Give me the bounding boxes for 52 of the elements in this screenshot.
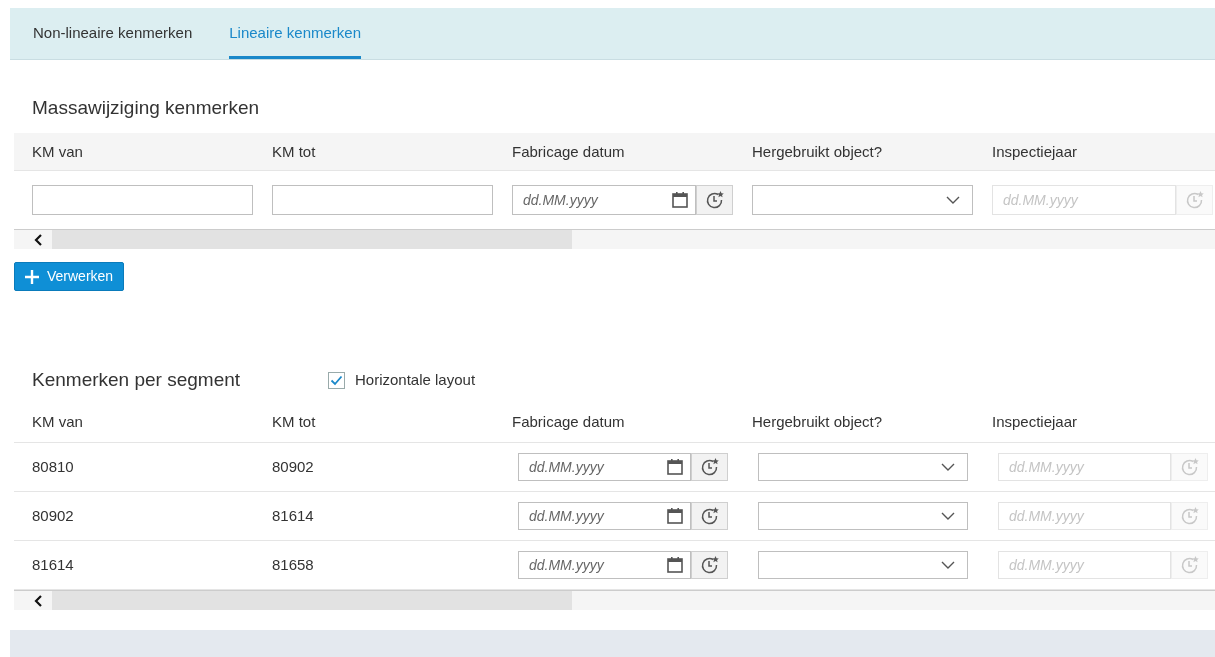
- plus-icon: [25, 269, 39, 284]
- column-header: Inspectiejaar: [992, 142, 1078, 160]
- process-button[interactable]: Verwerken: [14, 262, 125, 291]
- dropdown-field[interactable]: [758, 551, 968, 579]
- horizontal-scrollbar[interactable]: [14, 590, 1215, 610]
- date-field[interactable]: dd.MM.yyyy: [518, 453, 691, 481]
- dropdown-field[interactable]: [758, 502, 968, 530]
- column-header: Fabricage datum: [512, 412, 625, 430]
- dropdown-field[interactable]: [758, 453, 968, 481]
- date-field[interactable]: dd.MM.yyyy: [518, 551, 691, 579]
- scrollbar-thumb[interactable]: [52, 230, 572, 249]
- relative-date-button[interactable]: [691, 453, 728, 481]
- calendar-icon[interactable]: [671, 191, 689, 209]
- column-header: KM tot: [272, 142, 316, 160]
- date-field[interactable]: dd.MM.yyyy: [518, 502, 691, 530]
- relative-date-button[interactable]: [696, 185, 733, 215]
- chevron-down-icon[interactable]: [941, 463, 955, 471]
- tab[interactable]: Lineaire kenmerken: [229, 8, 361, 59]
- calendar-icon[interactable]: [666, 458, 684, 476]
- checkbox[interactable]: [328, 371, 345, 389]
- calendar-icon[interactable]: [666, 507, 684, 525]
- section-title: Massawijziging kenmerken: [32, 96, 261, 120]
- checkbox-label: Horizontale layout: [355, 369, 476, 390]
- tab[interactable]: Non-lineaire kenmerken: [33, 8, 193, 59]
- input-field[interactable]: [32, 185, 253, 215]
- column-header: KM tot: [272, 412, 316, 430]
- chevron-down-icon[interactable]: [946, 196, 960, 204]
- column-header: Fabricage datum: [512, 142, 625, 160]
- table-cell: 81614: [32, 556, 74, 573]
- chevron-down-icon[interactable]: [941, 561, 955, 569]
- relative-date-button[interactable]: [691, 502, 728, 530]
- table-cell: 80902: [32, 507, 74, 524]
- column-header: Hergebruikt object?: [752, 142, 883, 160]
- calendar-icon[interactable]: [666, 556, 684, 574]
- scrollbar-thumb[interactable]: [52, 591, 572, 610]
- input-field[interactable]: [272, 185, 493, 215]
- column-header: KM van: [32, 142, 83, 160]
- table-cell: 80902: [272, 458, 314, 475]
- column-header: KM van: [32, 412, 83, 430]
- table-cell: 80810: [32, 458, 74, 475]
- scroll-left-icon[interactable]: [34, 594, 44, 607]
- column-header: Inspectiejaar: [992, 412, 1078, 430]
- chevron-down-icon[interactable]: [941, 512, 955, 520]
- dropdown-field[interactable]: [752, 185, 973, 215]
- relative-date-button[interactable]: [691, 551, 728, 579]
- table-cell: 81658: [272, 556, 314, 573]
- horizontal-scrollbar[interactable]: [14, 229, 1215, 249]
- date-field[interactable]: dd.MM.yyyy: [512, 185, 696, 215]
- table-cell: 81614: [272, 507, 314, 524]
- scroll-left-icon[interactable]: [34, 233, 44, 246]
- column-header: Hergebruikt object?: [752, 412, 883, 430]
- section-title: Kenmerken per segment: [32, 367, 242, 392]
